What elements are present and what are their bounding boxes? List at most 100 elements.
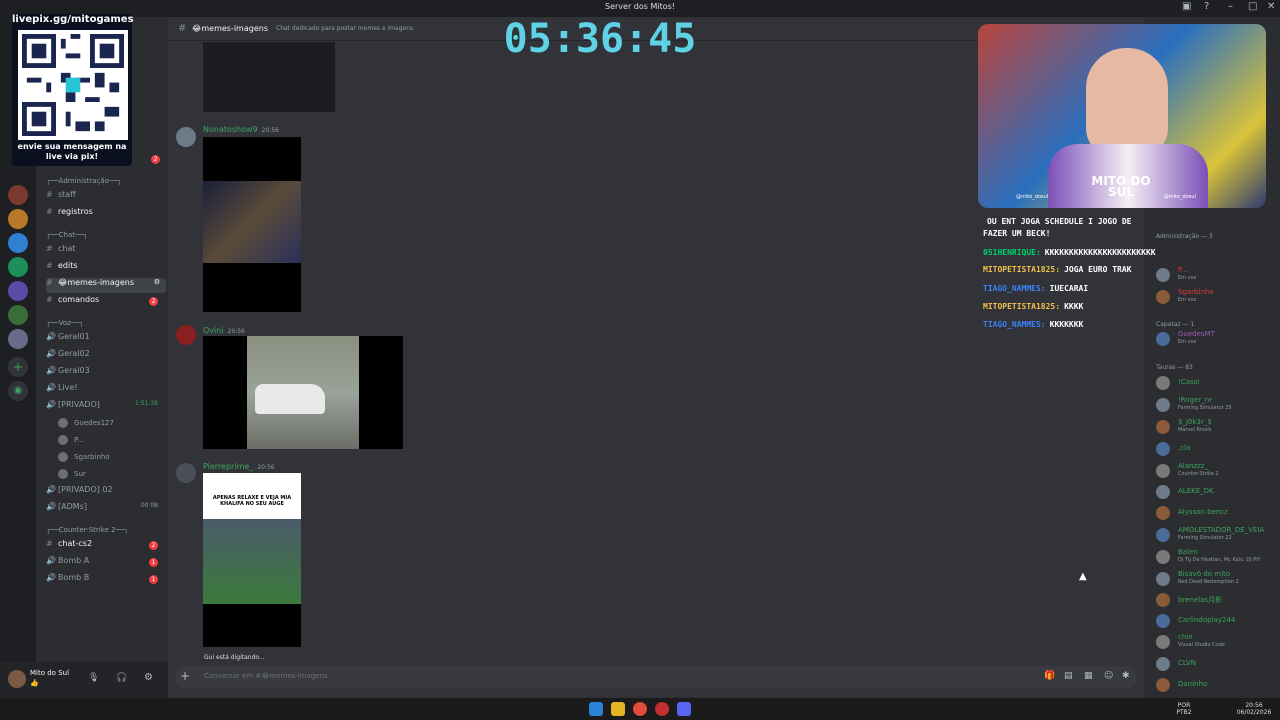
- qr-code: [18, 30, 128, 140]
- message-composer[interactable]: + Conversar em #😂memes-imagens 🎁 ▤ ▦ ☺ ✱: [176, 666, 1136, 688]
- voice-channel-privado-02[interactable]: 🔊 [PRIVADO] 02: [46, 485, 166, 500]
- file-explorer-icon[interactable]: [611, 702, 625, 716]
- headphones-icon[interactable]: 🎧: [116, 673, 127, 683]
- emoji-icon[interactable]: ☺: [1104, 671, 1113, 681]
- avatar[interactable]: [176, 463, 196, 483]
- member-item[interactable]: GuedesMT Em voz: [1152, 330, 1280, 348]
- maximize-button[interactable]: □: [1248, 1, 1257, 12]
- avatar[interactable]: [176, 325, 196, 345]
- voice-channel-privado[interactable]: 🔊 [PRIVADO] 1:51:38: [46, 400, 166, 415]
- message-author[interactable]: Pierreprime_ 20:56: [203, 462, 275, 471]
- voice-user[interactable]: P...: [58, 435, 84, 445]
- minimize-button[interactable]: –: [1228, 1, 1233, 12]
- video-frame: [203, 519, 301, 604]
- category-counter-strike[interactable]: ┌──Counter-Strike 2──┐: [46, 526, 128, 534]
- voice-channel-live[interactable]: 🔊 Live!: [46, 383, 166, 398]
- microphone-icon[interactable]: 🎙: [88, 673, 99, 683]
- message-video[interactable]: APENAS RELAXE E VEJA MIA KHALIFA NO SEU …: [203, 473, 301, 647]
- voice-user[interactable]: Sgarbinho: [58, 452, 110, 462]
- category-chat[interactable]: ┌──Chat──┐: [46, 231, 88, 239]
- sticker-icon[interactable]: ▦: [1084, 671, 1093, 681]
- gift-icon[interactable]: 🎁: [1044, 671, 1055, 681]
- member-item[interactable]: !Cassi: [1152, 374, 1280, 392]
- discord-icon[interactable]: [677, 702, 691, 716]
- settings-gear-icon[interactable]: ⚙: [154, 278, 160, 286]
- message-author[interactable]: Nonatoshow9 20:56: [203, 125, 279, 134]
- member-item[interactable]: $_J0k3r_$ Marvel Rivals: [1152, 418, 1280, 436]
- member-item[interactable]: Bisavô do mito Red Dead Redemption 2: [1152, 570, 1280, 588]
- server-icon[interactable]: [8, 329, 28, 349]
- channel-staff[interactable]: # staff: [46, 190, 166, 205]
- member-item[interactable]: .cla: [1152, 440, 1280, 458]
- member-item[interactable]: AMOLESTADOR_DE_VEIA Farming Simulator 22: [1152, 526, 1280, 544]
- member-item[interactable]: P... Em voz: [1152, 266, 1280, 284]
- add-attachment-icon[interactable]: +: [180, 669, 190, 683]
- gif-icon[interactable]: ▤: [1064, 671, 1073, 681]
- voice-channel-geral02[interactable]: 🔊 Geral02: [46, 349, 166, 364]
- server-icon[interactable]: [8, 185, 28, 205]
- avatar: [1156, 506, 1170, 520]
- member-item[interactable]: chin Visual Studio Code: [1152, 633, 1280, 651]
- server-icon[interactable]: [8, 281, 28, 301]
- channel-comandos[interactable]: # comandos 2: [46, 295, 166, 310]
- voice-channel-geral03[interactable]: 🔊 Geral03: [46, 366, 166, 381]
- help-icon[interactable]: ?: [1204, 1, 1209, 12]
- member-item[interactable]: Sgarbinho Em voz: [1152, 288, 1280, 306]
- apps-icon[interactable]: ✱: [1122, 671, 1130, 681]
- channel-memes-imagens[interactable]: # 😂memes-imagens ⚙: [46, 278, 166, 293]
- category-administracao[interactable]: ┌──Administração──┐: [46, 177, 122, 185]
- message-video[interactable]: [203, 336, 403, 449]
- voice-channel-bomb-b[interactable]: 🔊 Bomb B1: [46, 573, 166, 588]
- explore-icon[interactable]: ◉: [8, 381, 28, 401]
- member-item[interactable]: brenelas月影: [1152, 591, 1280, 609]
- clock[interactable]: 20:56 06/02/2026: [1236, 702, 1272, 716]
- text-channel-icon: #: [46, 207, 53, 216]
- server-icon[interactable]: [8, 209, 28, 229]
- avatar[interactable]: [8, 670, 26, 688]
- member-item[interactable]: Alysson bencz: [1152, 504, 1280, 522]
- message-image[interactable]: [203, 42, 335, 112]
- member-item[interactable]: Balen Dj Tg De Heatlan, Mc Kalo, DJ PH: [1152, 548, 1280, 566]
- member-item[interactable]: ALEKE_DK: [1152, 483, 1280, 501]
- voice-channel-geral01[interactable]: 🔊 Geral01: [46, 332, 166, 347]
- inbox-icon[interactable]: ▣: [1182, 1, 1191, 12]
- stream-chat-line: MITOPETISTA1825: KKKK: [983, 302, 1083, 311]
- member-name: AMOLESTADOR_DE_VEIA: [1178, 526, 1265, 534]
- voice-user[interactable]: Guedes127: [58, 418, 114, 428]
- member-item[interactable]: CLVN: [1152, 655, 1280, 673]
- member-activity: Farming Simulator 22: [1178, 535, 1232, 541]
- message-video[interactable]: [203, 137, 301, 312]
- member-item[interactable]: Daninho: [1152, 676, 1280, 694]
- add-server-icon[interactable]: +: [8, 357, 28, 377]
- speaker-icon: 🔊: [46, 349, 56, 358]
- channel-registros[interactable]: # registros: [46, 207, 166, 222]
- message-author[interactable]: Ovini 20:56: [203, 326, 245, 335]
- qr-url: livepix.gg/mitogames: [12, 14, 134, 25]
- unread-badge: 2: [149, 541, 158, 550]
- message-input[interactable]: Conversar em #😂memes-imagens: [204, 672, 328, 680]
- voice-channel-adms[interactable]: 🔊 [ADMs] 00 08: [46, 502, 166, 517]
- windows-start-icon[interactable]: [589, 702, 603, 716]
- member-item[interactable]: !Roger_nr Farming Simulator 25: [1152, 396, 1280, 414]
- avatar[interactable]: [176, 127, 196, 147]
- language-indicator[interactable]: POR PTB2: [1174, 702, 1194, 716]
- taskbar: POR PTB2 20:56 06/02/2026: [0, 698, 1280, 720]
- member-item[interactable]: Carlindoplay244: [1152, 612, 1280, 630]
- channel-chat-cs2[interactable]: # chat-cs2 2: [46, 539, 166, 554]
- member-activity: Visual Studio Code: [1178, 642, 1225, 648]
- channel-edits[interactable]: # edits: [46, 261, 166, 276]
- chrome-icon[interactable]: [633, 702, 647, 716]
- voice-channel-bomb-a[interactable]: 🔊 Bomb A1: [46, 556, 166, 571]
- server-icon[interactable]: [8, 233, 28, 253]
- channel-chat[interactable]: # chat: [46, 244, 166, 259]
- app-icon[interactable]: [655, 702, 669, 716]
- member-activity: Em voz: [1178, 339, 1197, 345]
- voice-user[interactable]: Sur: [58, 469, 86, 479]
- server-icon[interactable]: [8, 305, 28, 325]
- close-button[interactable]: ✕: [1267, 1, 1275, 12]
- server-icon[interactable]: [8, 257, 28, 277]
- user-settings-icon[interactable]: ⚙: [144, 672, 153, 683]
- category-voz[interactable]: ┌──Voz──┐: [46, 319, 84, 327]
- member-item[interactable]: Alanzzz_ Counter-Strike 2: [1152, 462, 1280, 480]
- chat-message: KKKKKKKKKKKKKKKKKKKKKKK: [1044, 248, 1156, 257]
